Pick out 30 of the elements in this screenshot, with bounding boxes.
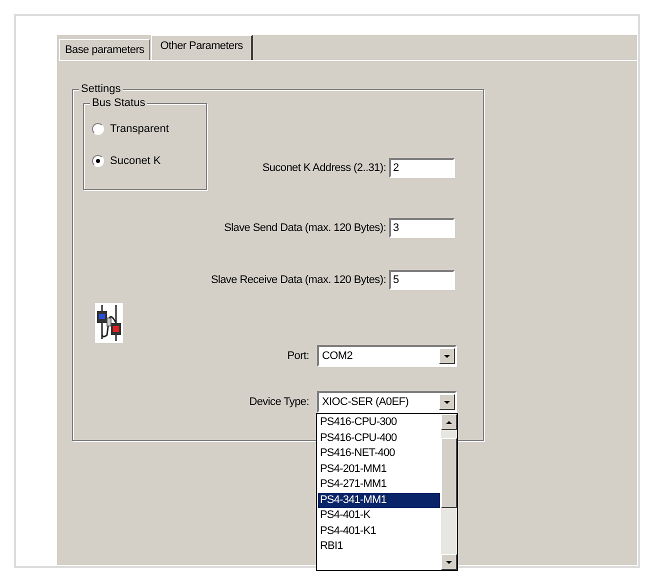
list-item[interactable]: PS4-401-K <box>318 508 440 524</box>
list-item[interactable]: PS4-401-K1 <box>318 524 440 539</box>
field-label: Slave Receive Data (max. 120 Bytes): <box>210 274 386 286</box>
dropdown[interactable]: COM2 <box>317 345 457 367</box>
list-item[interactable]: PS416-NET-400 <box>318 446 440 462</box>
list-item[interactable]: PS416-CPU-400 <box>318 430 440 446</box>
radio-label: Transparent <box>110 122 169 134</box>
list-item[interactable]: PS4-271-MM1 <box>318 477 440 492</box>
list-item[interactable]: RBI1 <box>318 539 440 554</box>
scroll-down-icon[interactable] <box>441 554 457 570</box>
scroll-up-icon[interactable] <box>441 414 457 430</box>
field-label: Suconet K Address (2..31): <box>262 162 386 174</box>
connector-cable-icon <box>95 303 123 343</box>
input-field[interactable]: 2 <box>389 158 455 178</box>
radio-button[interactable] <box>92 122 104 134</box>
scroll-thumb[interactable] <box>441 438 457 508</box>
tab[interactable]: Other Parameters <box>151 35 253 60</box>
input-field[interactable]: 5 <box>389 270 455 290</box>
list-item[interactable]: PS4-341-MM1 <box>318 492 440 508</box>
input-field[interactable]: 3 <box>389 218 455 238</box>
tab[interactable]: Base parameters <box>59 39 150 60</box>
field-label: Device Type: <box>249 396 309 408</box>
radio-label: Suconet K <box>110 154 161 166</box>
field-label: Slave Send Data (max. 120 Bytes): <box>224 222 386 234</box>
radio-button[interactable] <box>92 154 104 166</box>
scrollbar[interactable] <box>441 414 457 570</box>
group-label: Settings <box>79 83 123 96</box>
list-item[interactable]: PS4-201-MM1 <box>318 462 440 477</box>
field-label: Port: <box>287 350 309 362</box>
list-item[interactable]: PS416-CPU-300 <box>318 415 440 430</box>
